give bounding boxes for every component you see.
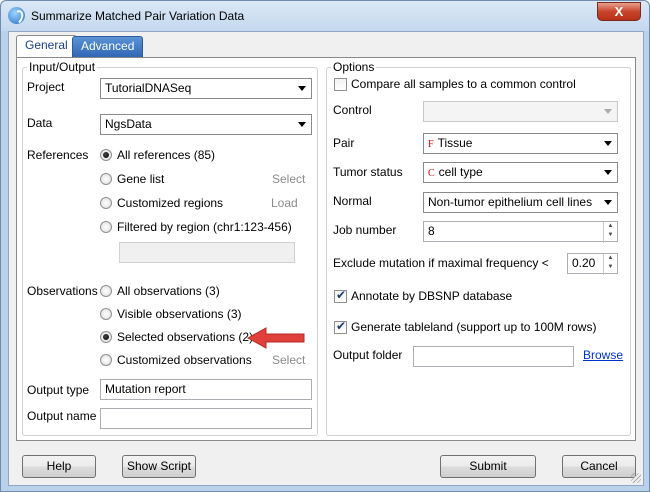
chevron-down-icon bbox=[604, 141, 612, 146]
all-references-label: All references (85) bbox=[117, 148, 216, 162]
general-tab-page: Input/Output Project TutorialDNASeq Data… bbox=[16, 57, 636, 441]
help-button[interactable]: Help bbox=[22, 455, 96, 478]
region-input[interactable] bbox=[119, 242, 295, 263]
tab-advanced[interactable]: Advanced bbox=[72, 36, 144, 57]
browse-link[interactable]: Browse bbox=[583, 348, 623, 362]
window-title: Summarize Matched Pair Variation Data bbox=[31, 9, 245, 23]
radio-all-references[interactable] bbox=[100, 149, 112, 161]
exclude-frequency-value: 0.20 bbox=[572, 256, 596, 270]
output-folder-input[interactable] bbox=[413, 346, 574, 367]
project-value: TutorialDNASeq bbox=[105, 81, 192, 95]
job-number-stepper[interactable]: 8 ▲ ▼ bbox=[423, 221, 618, 243]
radio-customized-regions[interactable] bbox=[100, 197, 112, 209]
output-type-input[interactable]: Mutation report bbox=[100, 379, 312, 400]
customized-observations-label: Customized observations bbox=[117, 353, 252, 367]
show-script-button[interactable]: Show Script bbox=[122, 455, 196, 478]
chevron-down-icon bbox=[604, 109, 612, 114]
customized-regions-label: Customized regions bbox=[117, 196, 224, 210]
gene-list-label: Gene list bbox=[117, 172, 165, 186]
resize-grip-icon[interactable] bbox=[631, 473, 641, 483]
data-label: Data bbox=[27, 116, 53, 130]
stepper-up-icon[interactable]: ▲ bbox=[604, 222, 617, 231]
exclude-mutation-label: Exclude mutation if maximal frequency < bbox=[333, 256, 549, 270]
data-value: NgsData bbox=[105, 117, 152, 131]
normal-dropdown[interactable]: Non-tumor epithelium cell lines bbox=[423, 192, 618, 213]
stepper-down-icon[interactable]: ▼ bbox=[604, 231, 617, 240]
customized-observations-select-link[interactable]: Select bbox=[272, 353, 305, 367]
chevron-down-icon bbox=[604, 200, 612, 205]
tumor-status-label: Tumor status bbox=[333, 165, 403, 179]
tumor-status-value: cell type bbox=[438, 165, 483, 179]
filtered-by-region-label: Filtered by region (chr1:123-456) bbox=[117, 220, 292, 234]
radio-all-observations[interactable] bbox=[100, 285, 112, 297]
control-dropdown[interactable] bbox=[423, 101, 618, 122]
annotate-dbsnp-checkbox[interactable] bbox=[334, 288, 347, 303]
compare-checkbox[interactable] bbox=[334, 78, 347, 91]
category-type-icon: C bbox=[428, 168, 435, 179]
radio-filtered-by-region[interactable] bbox=[100, 221, 112, 233]
options-legend: Options bbox=[333, 60, 375, 74]
app-logo-icon bbox=[8, 7, 25, 24]
tab-general[interactable]: General bbox=[16, 35, 77, 58]
close-button[interactable]: X bbox=[597, 2, 641, 21]
pair-label: Pair bbox=[333, 136, 355, 150]
dialog-window: Summarize Matched Pair Variation Data X … bbox=[0, 0, 650, 492]
stepper-down-icon[interactable]: ▼ bbox=[604, 263, 617, 272]
chevron-down-icon bbox=[604, 170, 612, 175]
stepper-arrows[interactable]: ▲ ▼ bbox=[603, 222, 617, 243]
references-label: References bbox=[27, 148, 89, 162]
control-label: Control bbox=[333, 103, 372, 117]
output-type-label: Output type bbox=[27, 383, 90, 397]
submit-button[interactable]: Submit bbox=[440, 455, 536, 478]
pair-value: Tissue bbox=[437, 136, 473, 150]
generate-tableland-checkbox[interactable] bbox=[334, 319, 347, 334]
project-dropdown[interactable]: TutorialDNASeq bbox=[100, 78, 312, 99]
chevron-down-icon bbox=[298, 86, 306, 91]
stepper-up-icon[interactable]: ▲ bbox=[604, 254, 617, 263]
customized-regions-load-link[interactable]: Load bbox=[271, 196, 298, 210]
chevron-down-icon bbox=[298, 122, 306, 127]
selected-observations-label: Selected observations (2) bbox=[117, 330, 254, 344]
title-bar[interactable]: Summarize Matched Pair Variation Data X bbox=[1, 1, 649, 31]
project-label: Project bbox=[27, 80, 65, 94]
dialog-client: General Advanced Input/Output Project Tu… bbox=[8, 31, 644, 486]
factor-type-icon: F bbox=[428, 139, 434, 150]
all-observations-label: All observations (3) bbox=[117, 284, 220, 298]
compare-label: Compare all samples to a common control bbox=[351, 77, 576, 91]
output-folder-label: Output folder bbox=[333, 348, 403, 362]
radio-selected-observations[interactable] bbox=[100, 331, 112, 343]
cancel-button[interactable]: Cancel bbox=[562, 455, 636, 478]
visible-observations-label: Visible observations (3) bbox=[117, 307, 242, 321]
job-number-value: 8 bbox=[428, 224, 435, 238]
radio-gene-list[interactable] bbox=[100, 173, 112, 185]
normal-label: Normal bbox=[333, 194, 372, 208]
observations-label: Observations bbox=[27, 284, 98, 298]
gene-list-select-link[interactable]: Select bbox=[272, 172, 305, 186]
radio-customized-observations[interactable] bbox=[100, 354, 112, 366]
data-dropdown[interactable]: NgsData bbox=[100, 114, 312, 135]
normal-value: Non-tumor epithelium cell lines bbox=[428, 195, 593, 209]
radio-visible-observations[interactable] bbox=[100, 308, 112, 320]
tumor-status-dropdown[interactable]: Ccell type bbox=[423, 162, 618, 183]
annotation-arrow-icon bbox=[246, 327, 305, 349]
pair-dropdown[interactable]: F Tissue bbox=[423, 133, 618, 154]
annotate-dbsnp-label: Annotate by DBSNP database bbox=[351, 289, 513, 303]
job-number-label: Job number bbox=[333, 223, 397, 237]
output-name-label: Output name bbox=[27, 409, 97, 423]
input-output-legend: Input/Output bbox=[29, 60, 96, 74]
stepper-arrows[interactable]: ▲ ▼ bbox=[603, 254, 617, 275]
generate-tableland-label: Generate tableland (support up to 100M r… bbox=[351, 320, 597, 334]
exclude-frequency-stepper[interactable]: 0.20 ▲ ▼ bbox=[567, 253, 618, 275]
output-name-input[interactable] bbox=[100, 408, 312, 429]
